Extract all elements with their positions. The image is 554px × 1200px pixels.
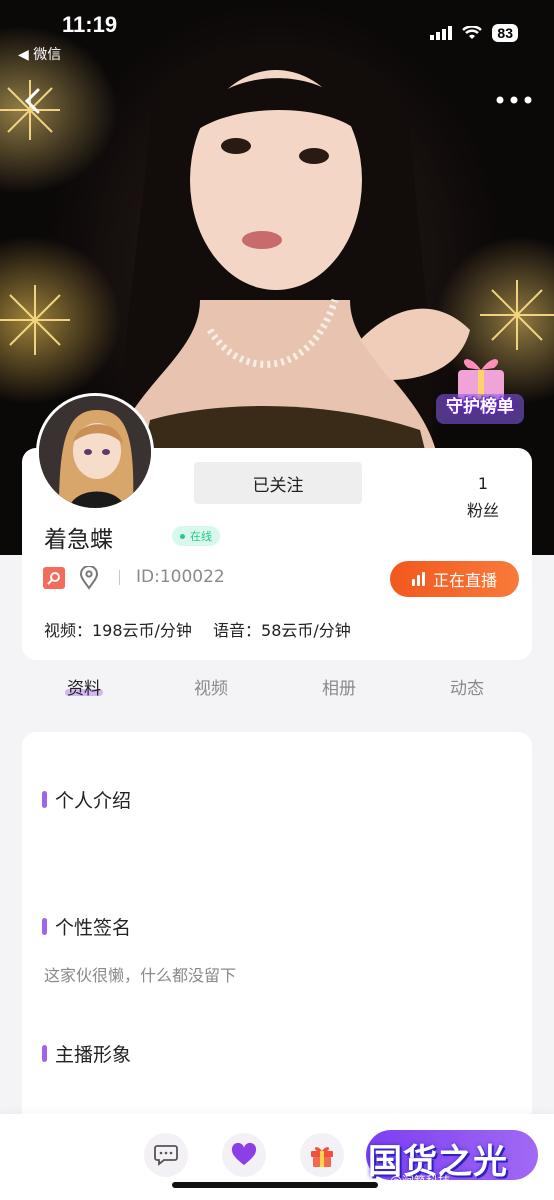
voice-price: 语音：58云币/分钟: [213, 621, 351, 640]
status-time: 11:19: [62, 12, 118, 37]
section-signature-title: 个性签名: [55, 917, 132, 939]
location-pin-icon: [79, 566, 99, 590]
section-accent-bar: [42, 791, 47, 808]
signal-bars-icon: [411, 572, 425, 586]
section-intro: 个人介绍: [42, 786, 131, 813]
online-dot-icon: [180, 533, 185, 539]
call-pricing: 视频：198云币/分钟 语音：58云币/分钟: [44, 617, 367, 641]
tab-moments[interactable]: 动态: [450, 674, 484, 699]
guard-list-badge[interactable]: 守护榜单: [428, 350, 532, 432]
watermark-sub-text: @涧籁科技: [390, 1174, 451, 1188]
signature-text: 这家伙很懒，什么都没留下: [44, 966, 237, 985]
live-now-button[interactable]: 正在直播: [390, 561, 519, 597]
video-price: 视频：198云币/分钟: [44, 621, 192, 640]
tab-album[interactable]: 相册: [322, 674, 356, 699]
section-anchor-image: 主播形象: [42, 1040, 131, 1067]
wifi-icon: [462, 26, 483, 39]
home-indicator[interactable]: [172, 1182, 378, 1188]
section-accent-bar: [42, 918, 47, 935]
section-anchor-image-title: 主播形象: [55, 1044, 132, 1066]
fans-label: 粉丝: [466, 501, 499, 520]
online-status-label: 在线: [190, 530, 212, 543]
fans-count: 1: [477, 474, 489, 493]
more-horizontal-icon[interactable]: [496, 92, 532, 108]
tab-profile-info[interactable]: 资料: [65, 674, 103, 699]
section-signature: 个性签名: [42, 913, 131, 940]
system-icons: 83: [430, 24, 518, 42]
gift-icon: [311, 1147, 333, 1167]
tab-videos[interactable]: 视频: [194, 674, 228, 699]
nickname: 着急蝶: [44, 527, 113, 553]
avatar-illustration: [39, 396, 151, 508]
battery-indicator: 83: [492, 24, 518, 42]
section-intro-title: 个人介绍: [55, 790, 132, 812]
chevron-left-icon[interactable]: [20, 86, 50, 116]
watermark-logo: 国货之光 @涧籁科技: [368, 1108, 548, 1192]
message-button[interactable]: [144, 1133, 188, 1177]
guard-list-label: 守护榜单: [446, 397, 514, 417]
gift-box-icon: [436, 359, 524, 424]
section-accent-bar: [42, 1045, 47, 1062]
search-glyph-icon: [47, 572, 60, 585]
cellular-signal-icon: [430, 26, 453, 40]
gift-button[interactable]: [300, 1133, 344, 1177]
fans-counter[interactable]: 1 粉丝: [452, 474, 514, 521]
chat-icon: [154, 1145, 178, 1166]
online-status-badge: 在线: [172, 526, 220, 546]
like-button[interactable]: [222, 1133, 266, 1177]
divider: [119, 570, 120, 585]
avatar[interactable]: [36, 393, 154, 511]
live-now-label: 正在直播: [432, 571, 497, 590]
back-to-wechat-link[interactable]: ◀ 微信: [18, 44, 61, 64]
level-badge-icon: [43, 567, 65, 589]
profile-tabs: 资料 视频 相册 动态: [22, 674, 532, 704]
user-id: ID:100022: [136, 567, 225, 587]
status-bar: 11:19 ◀ 微信 83: [0, 0, 554, 63]
follow-button[interactable]: 已关注: [194, 462, 362, 504]
heart-icon: [231, 1143, 257, 1165]
